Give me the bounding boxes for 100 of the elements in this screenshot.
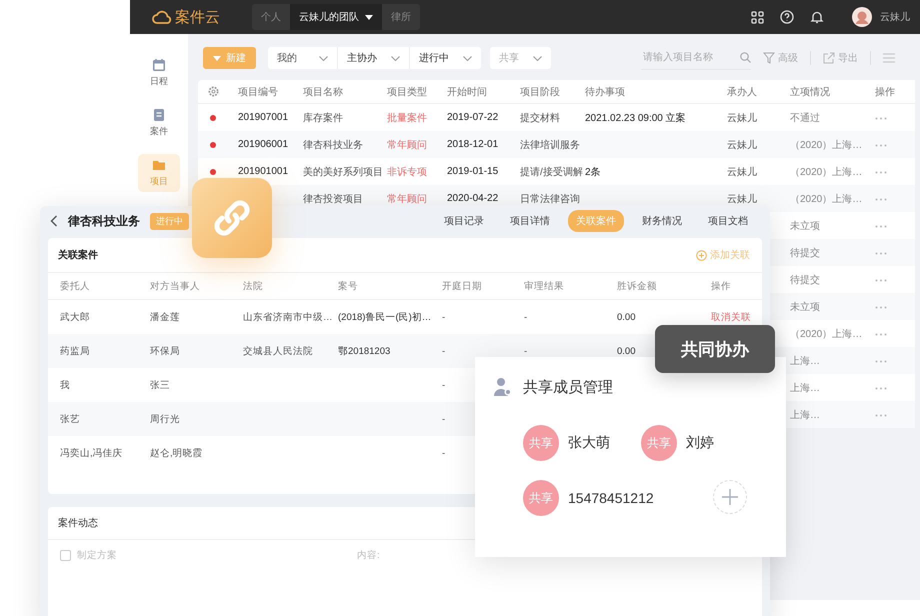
sidebar-item[interactable]: 案件	[138, 104, 180, 142]
more-icon[interactable]	[875, 306, 887, 309]
table-cell: 0.00	[617, 346, 636, 356]
tooltip: 共同协办	[655, 325, 775, 373]
more-icon[interactable]	[875, 387, 887, 390]
more-icon[interactable]	[875, 171, 887, 174]
table-cell: 库存案件	[303, 112, 343, 124]
filter-dropdown[interactable]: 进行中	[409, 47, 481, 69]
more-icon[interactable]	[875, 279, 887, 282]
chevron-down-icon	[319, 56, 328, 60]
table-cell: -	[442, 312, 446, 322]
project-title: 律杏科技业务	[68, 212, 140, 230]
column-header: 开始时间	[447, 86, 488, 98]
card-title: 案件动态	[58, 516, 98, 530]
search-field[interactable]: 请输入项目名称	[641, 51, 740, 64]
table-cell: 未立项	[790, 302, 820, 312]
table-cell: （2020）上海…	[790, 140, 862, 150]
table-cell: -	[442, 346, 446, 356]
table-cell: 2018-12-01	[447, 139, 498, 150]
member-avatar: 共享	[523, 425, 559, 461]
more-icon[interactable]	[875, 117, 887, 120]
table-cell: 武大郎	[60, 312, 90, 322]
more-icon[interactable]	[875, 360, 887, 363]
more-icon[interactable]	[875, 333, 887, 336]
table-cell: 鄂20181203	[338, 346, 390, 356]
tab[interactable]: 项目记录	[436, 210, 492, 232]
table-cell: 2020-04-22	[447, 193, 498, 204]
table-cell: 待提交	[790, 274, 820, 286]
calendar-icon	[152, 58, 166, 72]
status-tag: 进行中	[150, 212, 189, 230]
table-cell: 张三	[150, 380, 170, 390]
scope-tab[interactable]: 个人	[252, 4, 290, 30]
apps-icon[interactable]	[751, 10, 764, 24]
more-icon[interactable]	[875, 252, 887, 255]
table-cell: 交城县人民法院	[243, 346, 313, 356]
export-icon	[823, 52, 835, 64]
filter-dropdown[interactable]: 主协办	[337, 47, 409, 69]
member-name: 张大萌	[568, 434, 610, 452]
table-cell: 药监局	[60, 346, 90, 356]
table-cell: 云妹儿	[727, 166, 757, 178]
plus-circle-icon	[696, 250, 707, 260]
column-header: 法院	[243, 280, 263, 292]
member-name: 刘婷	[686, 434, 714, 452]
table-cell: 律杏投资项目	[303, 194, 363, 204]
more-icon[interactable]	[875, 225, 887, 228]
avatar-icon[interactable]	[852, 7, 872, 27]
more-icon[interactable]	[875, 198, 887, 201]
table-cell: 云妹儿	[727, 194, 757, 204]
table-cell: (2018)鲁民一(民)初…	[338, 312, 432, 322]
bell-icon[interactable]	[810, 10, 824, 24]
table-cell: 未立项	[790, 220, 820, 232]
column-header: 开庭日期	[442, 280, 482, 292]
settings-icon[interactable]	[208, 86, 219, 97]
list-icon[interactable]	[883, 53, 895, 63]
table-cell: 提交材料	[520, 112, 560, 124]
tab[interactable]: 项目详情	[502, 210, 558, 232]
table-cell: （2020）上海…	[790, 328, 862, 340]
table-cell: 冯奕山,冯佳庆	[60, 448, 123, 458]
table-cell: -	[442, 448, 446, 458]
column-header: 项目名称	[303, 86, 344, 98]
table-cell: -	[442, 380, 446, 390]
table-cell: 上海…	[790, 382, 820, 394]
back-icon[interactable]	[50, 215, 58, 227]
card-title: 关联案件	[58, 248, 98, 262]
table-cell: 云妹儿	[727, 112, 757, 124]
checkbox[interactable]	[60, 550, 71, 560]
sidebar-item[interactable]: 日程	[138, 54, 180, 92]
more-icon[interactable]	[875, 414, 887, 417]
more-icon[interactable]	[875, 144, 887, 147]
table-cell: 201907001	[238, 112, 288, 123]
table-cell: -	[524, 346, 528, 356]
task-label: 制定方案	[77, 548, 117, 562]
table-cell: 201906001	[238, 139, 288, 150]
table-cell: 201901001	[238, 166, 288, 177]
help-icon[interactable]	[780, 10, 794, 24]
column-header: 承办人	[727, 86, 758, 98]
table-cell: 潘金莲	[150, 312, 180, 322]
scope-tab[interactable]: 律所	[382, 4, 420, 30]
table-cell: 律杏科技业务	[303, 140, 363, 150]
table-cell: 2条	[585, 166, 601, 178]
column-header: 待办事项	[585, 86, 626, 98]
column-header: 项目类型	[387, 86, 428, 98]
table-cell: 云妹儿	[727, 140, 757, 150]
table-cell: 环保局	[150, 346, 180, 356]
table-cell: 提请/接受调解	[520, 166, 583, 178]
tab[interactable]: 财务情况	[634, 210, 690, 232]
table-cell: 0.00	[617, 312, 636, 322]
filter-dropdown[interactable]: 我的	[268, 47, 337, 69]
table-cell: 非诉专项	[387, 166, 427, 178]
chevron-down-icon	[463, 56, 472, 60]
scope-tab[interactable]: 云妹儿的团队	[290, 4, 382, 30]
tab[interactable]: 项目文档	[700, 210, 756, 232]
filter-icon	[763, 52, 775, 64]
table-cell: 赵仑,明晓霞	[150, 448, 203, 458]
unlink-link[interactable]: 取消关联	[711, 310, 751, 324]
table-cell: （2020）上海…	[790, 194, 862, 204]
member-avatar: 共享	[523, 480, 559, 516]
add-member-button[interactable]	[713, 480, 747, 514]
table-cell: 上海…	[790, 410, 820, 420]
table-cell: 山东省济南市中级…	[243, 312, 332, 322]
